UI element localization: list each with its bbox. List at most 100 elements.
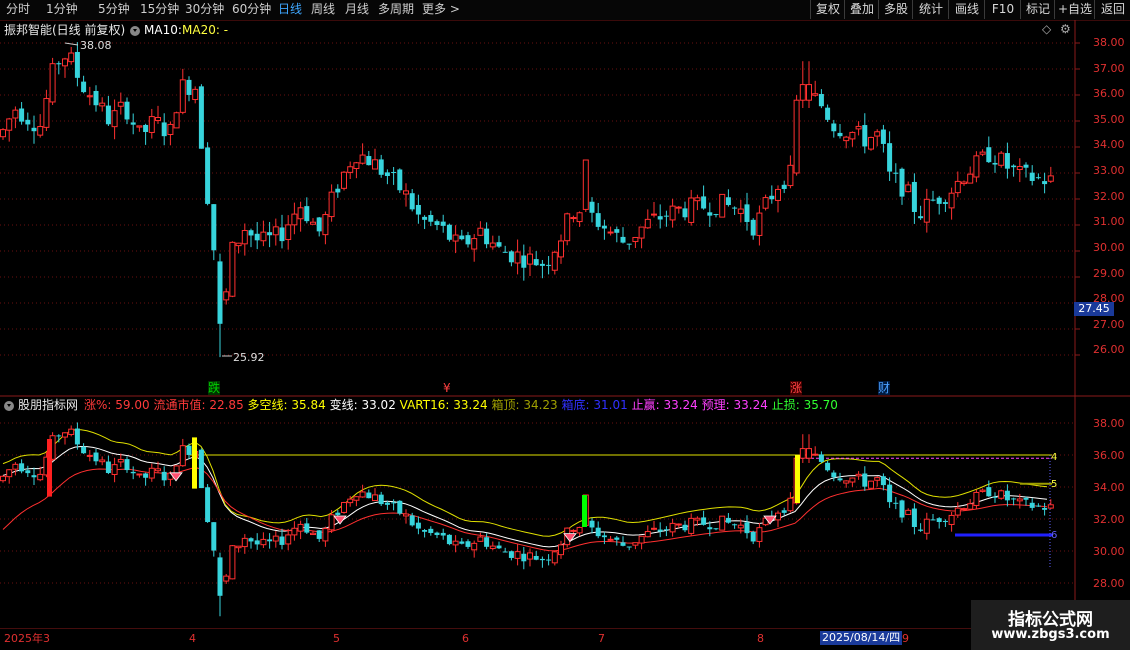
event-marker-finance[interactable]: 财 [878,381,891,395]
ind-item: VART16: 33.24 [399,398,488,412]
ind-item: 涨%: 59.00 [84,398,150,412]
candle [117,101,124,107]
candle [260,231,267,242]
ind-candle [6,469,13,478]
ind-y-tick: 28.00 [1093,577,1125,590]
candle [595,213,601,227]
main-candles [0,42,1054,358]
event-marker-dividend[interactable]: ¥ [443,381,451,395]
candle [744,204,750,222]
candle [818,94,824,107]
ind-candle [211,522,217,551]
candle [967,173,974,184]
candle [719,193,726,218]
ind-candle [124,459,130,471]
candle [793,99,800,174]
indicator-toggle-icon[interactable] [4,398,14,412]
y-tick: 37.00 [1093,62,1125,75]
ind-candle [62,432,68,438]
current-price-tag: 27.45 [1074,302,1114,316]
candle [905,184,912,193]
candle [124,101,130,120]
ind-item: 箱顶: 34.23 [491,398,558,412]
candle [415,204,421,215]
candle [37,126,44,136]
candle [366,156,372,166]
low-price-label: 25.92 [233,351,265,364]
candle [725,197,731,206]
ind-candle [961,508,967,511]
ind-candle [397,500,403,514]
ind-candle [391,502,397,504]
ind-candle [74,428,80,445]
ind-candle [148,467,155,479]
ind-candle [620,542,626,546]
ind-candle [744,522,750,534]
ind-candle [880,476,886,486]
candle [669,205,676,221]
ind-candle [843,480,850,484]
high-price-label: 38.08 [80,39,112,52]
ind-candle [998,490,1005,499]
candle [229,241,236,297]
candle [737,208,744,214]
candle [930,199,936,201]
ind-candle [806,448,812,459]
ind-y-tick: 38.00 [1093,417,1125,430]
ind-candle [986,487,992,497]
ind-candle [521,553,527,562]
candle [341,171,347,189]
candle [502,251,508,253]
ind-candle [862,473,868,487]
ma-toggle-icon[interactable] [130,23,140,37]
candle [1035,177,1041,179]
candle [409,193,415,210]
candle [465,235,471,245]
watermark-url: www.zbgs3.com [991,627,1110,642]
event-marker-rise[interactable]: 涨 [790,381,803,395]
candle [1047,175,1054,182]
chart-canvas[interactable] [0,0,1130,650]
ma-red-line [2,466,1048,552]
candle [167,123,174,135]
ind-candle [601,535,607,538]
candle [825,107,831,120]
candle [384,172,390,176]
candle [378,159,384,175]
candle [701,196,707,209]
ind-candle [496,545,502,549]
ind-candle [992,496,998,498]
ind-candle [279,536,285,545]
candle [837,132,843,137]
candle [446,224,452,240]
ind-marker: 6 [1051,530,1058,541]
time-label: 4 [189,632,196,645]
ind-candle [1023,497,1029,500]
ind-item: 变线: 33.02 [329,398,396,412]
ind-candle [155,468,161,472]
time-axis: 2025年3 4 5 6 7 8 2025/08/14/四 9 [0,629,1075,650]
settings-gear-icon[interactable]: ⚙ [1060,22,1071,36]
ind-candle [291,527,298,536]
ind-candle [241,537,248,548]
ind-candle [428,528,434,533]
candle [272,226,279,236]
ind-candle [25,470,31,474]
event-marker-fall[interactable]: 跌 [208,381,221,395]
ind-candle [272,535,279,542]
candle [304,206,310,222]
candle [235,242,242,247]
ind-candle [0,475,6,482]
candle [347,166,354,173]
ind-candle [570,529,577,532]
candle [508,251,514,263]
candle [279,227,285,242]
candle [440,221,446,226]
ind-candle [489,545,496,549]
candle [267,232,273,236]
diamond-icon[interactable]: ◇ [1042,22,1051,36]
candle [397,169,403,191]
candle [74,51,80,78]
ind-candle [19,463,25,472]
candle [391,171,397,173]
